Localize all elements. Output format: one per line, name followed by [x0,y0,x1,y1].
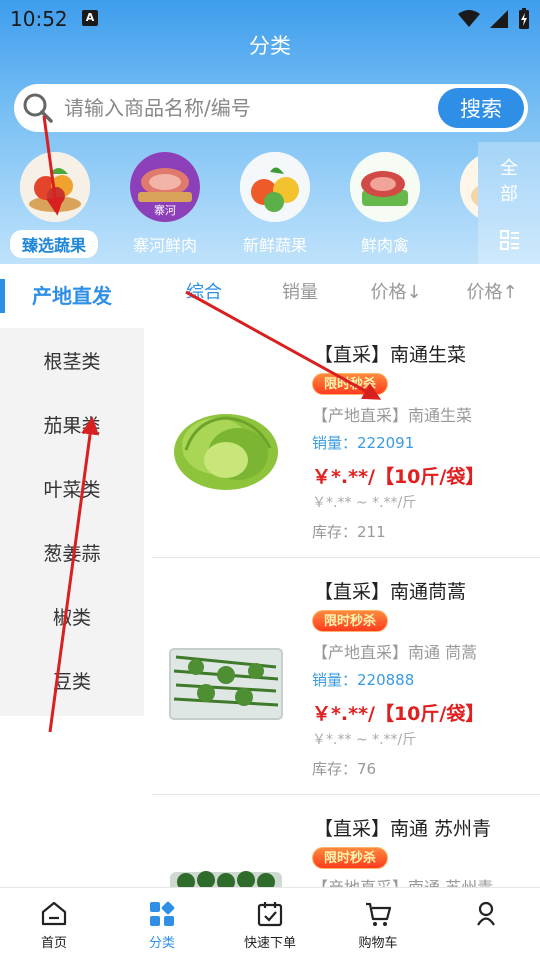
product-name: 【直采】南通生菜 [314,344,467,366]
search-input[interactable] [64,92,434,124]
category-label: 寨河鲜肉 [132,236,197,255]
sort-tab-sales[interactable]: 销量 [264,264,336,328]
lettuce-image [174,414,278,490]
all-label-line2: 部 [500,184,518,205]
crown-daisy-image [169,648,283,720]
product-card[interactable]: 【直采】南通生菜 限时秒杀 【产地直采】南通生菜 销量：222091 ￥*.**… [152,328,540,565]
user-icon [477,901,495,926]
category-icon [150,901,175,926]
product-subtitle: 【产地直采】南通 苏州青 [312,874,493,887]
divider [152,557,540,558]
all-categories-button[interactable]: 全部 [478,142,540,264]
category-item-meat-poultry[interactable]: 鲜肉禽 [330,146,440,264]
search-bar: 搜索 [14,84,528,132]
sort-tab-comprehensive[interactable]: 综合 [168,264,240,328]
product-sales: 销量：222091 [312,434,415,452]
product-card[interactable]: 【直采】南通茼蒿 限时秒杀 【产地直采】南通 茼蒿 销量：220888 ￥*.*… [152,565,540,802]
product-stock: 库存：211 [312,523,386,541]
all-label-line1: 全 [500,158,518,179]
sidebar-item-beans[interactable]: 豆类 [0,650,144,714]
app-indicator-icon: A [82,10,98,26]
category-label: 鲜肉禽 [360,236,409,255]
rice-image [460,152,478,222]
nav-quick-order[interactable]: 快速下单 [216,888,324,960]
sidebar-item-root-stem[interactable]: 根茎类 [0,330,144,394]
flash-sale-tag: 限时秒杀 [312,847,388,869]
nav-home[interactable]: 首页 [0,888,108,960]
status-time: 10:52 [10,7,68,31]
product-subtitle: 【产地直采】南通生菜 [312,406,473,425]
nav-label: 快速下单 [243,936,296,951]
battery-icon [519,8,529,29]
calendar-check-icon [257,902,283,927]
product-sales: 销量：220888 [312,671,415,689]
category-item-rice[interactable]: 米 [440,146,478,264]
system-icons [458,8,530,30]
wifi-icon [458,10,480,27]
cart-icon [366,902,392,926]
category-label: 新鲜蔬果 [242,236,307,255]
nav-category[interactable]: 分类 [108,888,216,960]
meat-poultry-image [350,152,420,222]
sidebar: 根茎类 茄果类 叶菜类 葱姜蒜 椒类 豆类 [0,328,144,716]
nav-label: 分类 [148,936,175,951]
product-price-range: ￥*.** ~ *.**/斤 [312,495,417,511]
search-button[interactable]: 搜索 [438,88,524,128]
product-name: 【直采】南通 苏州青 [314,818,492,840]
sidebar-item-scallion-ginger-garlic[interactable]: 葱姜蒜 [0,522,144,586]
signal-icon [490,10,508,28]
zhaihe-meat-image: 寨河 [130,152,200,222]
sidebar-item-leafy[interactable]: 叶菜类 [0,458,144,522]
category-label: 臻选蔬果 [10,230,98,258]
nav-cart[interactable]: 购物车 [324,888,432,960]
nav-label: 首页 [40,936,67,951]
premium-produce-image [20,152,90,222]
home-icon [41,901,67,926]
nav-label: 购物车 [358,936,398,951]
search-icon [23,93,53,123]
category-item-zhaihe-meat[interactable]: 寨河 寨河鲜肉 [110,146,220,264]
product-price: ￥*.**/【10斤/袋】 [312,466,485,488]
list-grid-icon [500,230,519,250]
flash-sale-tag: 限时秒杀 [312,610,388,632]
header: 10:52 A 分类 搜索 臻选蔬果 寨河 寨河鲜肉 [0,0,540,264]
zhaihe-badge: 寨河 [154,204,176,217]
category-label: 米 [440,232,478,256]
sort-tab-price-asc[interactable]: 价格↑ [452,264,532,328]
page-title: 分类 [249,34,291,58]
nav-profile[interactable] [432,888,540,960]
product-card[interactable]: 【直采】南通 苏州青 限时秒杀 【产地直采】南通 苏州青 [152,802,540,887]
divider [152,794,540,795]
category-item-fresh-produce[interactable]: 新鲜蔬果 [220,146,330,264]
sidebar-item-peppers[interactable]: 椒类 [0,586,144,650]
sub-nav: 产地直发 综合 销量 价格↓ 价格↑ [0,264,540,328]
sort-tab-price-desc[interactable]: 价格↓ [356,264,436,328]
bottom-nav: 首页 分类 快速下单 购物车 [0,887,540,960]
flash-sale-tag: 限时秒杀 [312,373,388,395]
product-subtitle: 【产地直采】南通 茼蒿 [312,643,478,662]
top-category-row: 臻选蔬果 寨河 寨河鲜肉 新鲜蔬果 鲜肉禽 米 [0,146,478,264]
product-price-range: ￥*.** ~ *.**/斤 [312,732,417,748]
suzhou-green-image [170,871,282,887]
product-name: 【直采】南通茼蒿 [314,581,467,603]
product-price: ￥*.**/【10斤/袋】 [312,703,485,725]
sub-category-title[interactable]: 产地直发 [0,264,144,328]
category-item-premium-produce[interactable]: 臻选蔬果 [0,146,110,264]
sidebar-item-solanaceous[interactable]: 茄果类 [0,394,144,458]
fresh-produce-image [240,152,310,222]
product-stock: 库存：76 [312,760,377,778]
